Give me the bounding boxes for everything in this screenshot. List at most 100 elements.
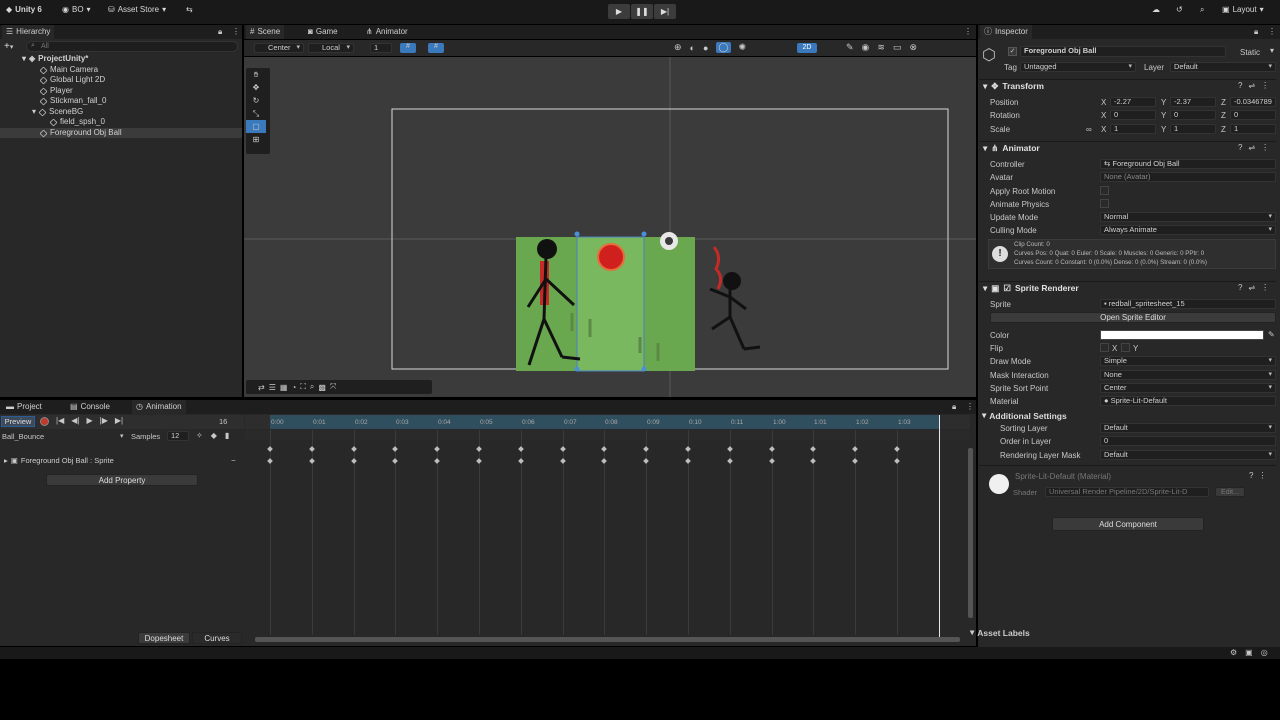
play-button[interactable]: ▶ [608, 4, 630, 19]
hierarchy-search-input[interactable]: All [26, 41, 238, 52]
record-button[interactable] [40, 417, 49, 426]
layout-dropdown[interactable]: ▣ Layout ▾ [1222, 5, 1264, 14]
curves-tab[interactable]: Curves [192, 632, 242, 644]
timeline-hscrollbar[interactable] [255, 637, 960, 642]
material-field[interactable]: ● Sprite-Lit-Default [1100, 396, 1276, 406]
kebab-menu-icon[interactable]: ⋮ [1258, 471, 1266, 480]
kebab-menu-icon[interactable]: ⋮ [1268, 27, 1276, 36]
samples-field[interactable]: 12 [167, 431, 189, 441]
tab-hierarchy[interactable]: ☰ Hierarchy [2, 25, 55, 39]
tab-console[interactable]: ▤ Console [66, 400, 114, 414]
rendering-layer-mask-dropdown[interactable]: Default [1100, 450, 1276, 460]
next-keyframe-icon[interactable]: |▶ [100, 416, 108, 425]
space-dropdown[interactable]: Local [308, 43, 354, 53]
position-x-field[interactable]: -2.27 [1110, 97, 1156, 107]
eyedropper-icon[interactable]: ✎ [1268, 330, 1275, 339]
hierarchy-item-stickman[interactable]: Stickman_fall_0 [39, 96, 106, 106]
animate-physics-checkbox[interactable] [1100, 199, 1109, 208]
mask-interaction-dropdown[interactable]: None [1100, 370, 1276, 380]
shading-icon[interactable]: ◐ [690, 43, 695, 53]
dopesheet-tab[interactable]: Dopesheet [138, 632, 190, 644]
2d-toggle[interactable]: 2D [797, 43, 817, 53]
animator-header[interactable]: ▾ ⋔ Animator [979, 141, 1276, 154]
static-dropdown-icon[interactable]: ▾ [1270, 46, 1274, 55]
version-control-icon[interactable]: ⇆ [186, 5, 193, 14]
tab-animation[interactable]: ◷ Animation [132, 400, 186, 414]
transform-header[interactable]: ▾ ✥ Transform [979, 79, 1276, 92]
rotation-z-field[interactable]: 0 [1230, 110, 1276, 120]
orientation-icon[interactable]: ⊕ [674, 42, 682, 53]
lock-icon[interactable]: 🔒︎ [1254, 27, 1258, 37]
hand-tool-icon[interactable]: ✋︎ [246, 68, 266, 81]
asset-store-dropdown[interactable]: ⛁ Asset Store ▾ [108, 5, 166, 14]
search-icon[interactable]: ⌕ [1200, 5, 1204, 15]
controller-field[interactable]: ⇆ Foreground Obj Ball [1100, 159, 1276, 169]
property-menu-icon[interactable]: − [231, 456, 236, 465]
hierarchy-item-scenebg[interactable]: ▾ SceneBG [32, 107, 83, 117]
select-tile-icon[interactable]: ☰ [269, 383, 276, 392]
tab-project[interactable]: ▬ Project [2, 400, 46, 414]
event-marker-icon[interactable]: ▮ [225, 431, 229, 440]
visibility-icon[interactable]: ◉ [862, 42, 870, 53]
cloud-icon[interactable]: ☁ [1152, 5, 1160, 14]
open-sprite-editor-button[interactable]: Open Sprite Editor [990, 312, 1276, 323]
lock-icon[interactable]: 🔒︎ [218, 27, 222, 37]
culling-mode-dropdown[interactable]: Always Animate [1100, 225, 1276, 235]
edit-shader-button[interactable]: Edit... [1215, 487, 1245, 497]
playhead[interactable] [939, 415, 940, 637]
frame-field[interactable]: 16 [219, 417, 227, 426]
help-icon[interactable]: ? [1238, 143, 1242, 152]
preset-icon[interactable]: ⇌ [1248, 81, 1255, 90]
color-swatch[interactable] [1100, 330, 1264, 340]
enabled-check-icon[interactable]: ☑ [1003, 283, 1011, 294]
property-row[interactable]: ▸ ▣ Foreground Obj Ball : Sprite [4, 456, 114, 465]
flip-icon[interactable]: ⤧ [330, 382, 336, 392]
flip-x-checkbox[interactable] [1100, 343, 1109, 352]
preset-icon[interactable]: ⇌ [1248, 283, 1255, 292]
layers-icon[interactable]: ≋ [877, 42, 885, 53]
preset-icon[interactable]: ⇌ [1248, 143, 1255, 152]
kebab-menu-icon[interactable]: ⋮ [966, 402, 974, 411]
picker-icon[interactable]: ⌕ [310, 382, 314, 392]
timeline-vscrollbar[interactable] [968, 448, 973, 618]
sphere-icon[interactable]: ● [703, 43, 708, 53]
help-icon[interactable]: ? [1238, 283, 1242, 292]
object-name-field[interactable]: Foreground Obj Ball [1020, 46, 1226, 57]
tab-game[interactable]: ◙ Game [304, 25, 342, 39]
hierarchy-item-main-camera[interactable]: Main Camera [39, 65, 98, 75]
snap-toggle-icon[interactable]: # [428, 43, 444, 53]
sprite-renderer-header[interactable]: ▾ ▣ ☑ Sprite Renderer [979, 281, 1276, 294]
gizmos-icon[interactable]: ⊗ [909, 42, 917, 53]
scale-z-field[interactable]: 1 [1230, 124, 1276, 134]
kebab-menu-icon[interactable]: ⋮ [1261, 283, 1269, 292]
hierarchy-item-global-light[interactable]: Global Light 2D [39, 75, 105, 85]
unity-menu[interactable]: ◆ Unity 6 [6, 5, 42, 14]
pivot-dropdown[interactable]: Center [254, 43, 304, 53]
rotate-tile-icon[interactable]: ◔ [291, 383, 296, 392]
avatar-field[interactable]: None (Avatar) [1100, 172, 1276, 182]
collab-icon[interactable]: ▣ [1245, 648, 1253, 657]
prev-keyframe-icon[interactable]: ◀| [71, 416, 79, 425]
progress-icon[interactable]: ⚙ [1230, 648, 1237, 657]
tile-palette-icon[interactable]: ⇄ [258, 383, 265, 392]
additional-settings-foldout[interactable]: ▾ Additional Settings [982, 410, 1067, 421]
kebab-menu-icon[interactable]: ⋮ [1261, 81, 1269, 90]
clip-dropdown[interactable]: Ball_Bounce [2, 432, 44, 441]
add-property-button[interactable]: Add Property [46, 474, 198, 486]
scale-y-field[interactable]: 1 [1170, 124, 1216, 134]
active-checkbox[interactable]: ✓ [1008, 47, 1017, 56]
asset-labels-foldout[interactable]: ▾ Asset Labels [970, 627, 1030, 638]
update-mode-dropdown[interactable]: Normal [1100, 212, 1276, 222]
rotation-y-field[interactable]: 0 [1170, 110, 1216, 120]
hierarchy-item-player[interactable]: Player [39, 86, 73, 96]
kebab-menu-icon[interactable]: ⋮ [232, 27, 240, 36]
lock-icon[interactable]: 🔒︎ [952, 402, 956, 412]
account-dropdown[interactable]: ◉ BO ▾ [62, 5, 91, 14]
create-button[interactable]: + ▾ [4, 41, 13, 52]
transform-tool-icon[interactable]: ⊞ [246, 133, 266, 146]
layer-dropdown[interactable]: Default [1170, 62, 1276, 72]
sorting-layer-dropdown[interactable]: Default [1100, 423, 1276, 433]
position-z-field[interactable]: -0.0346789 [1230, 97, 1276, 107]
root-motion-checkbox[interactable] [1100, 186, 1109, 195]
scale-x-field[interactable]: 1 [1110, 124, 1156, 134]
